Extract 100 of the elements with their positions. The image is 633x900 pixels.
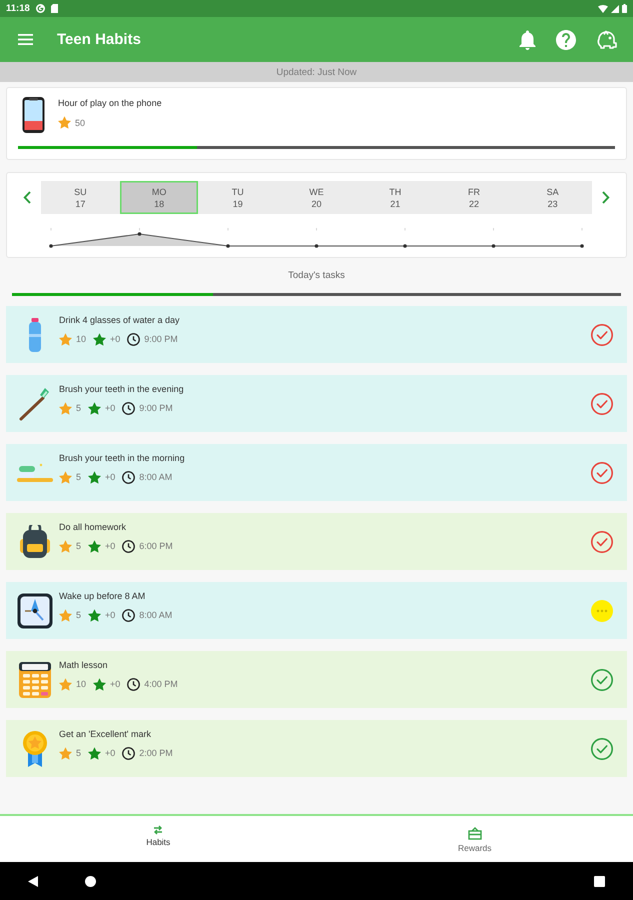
chart-point [49, 244, 53, 248]
task-card[interactable]: Brush your teeth in the morning 5 +0 8:00 AM [6, 444, 627, 501]
day-tab[interactable]: WE 20 [277, 181, 356, 214]
gift-box-icon [468, 827, 482, 840]
day-tab[interactable]: SA 23 [513, 181, 592, 214]
bonus-value: +0 [110, 678, 120, 690]
task-card[interactable]: Do all homework 5 +0 6:00 PM [6, 513, 627, 570]
points-star-icon [59, 402, 72, 414]
swap-arrows-icon [153, 825, 164, 835]
task-time: 8:00 AM [139, 609, 172, 621]
task-title: Do all homework [59, 522, 126, 533]
points-value: 5 [76, 609, 82, 621]
chart-point [403, 244, 407, 248]
points-value: 10 [76, 333, 86, 345]
toothbrush-icon [19, 386, 51, 420]
phone-icon [22, 97, 45, 133]
day-tab[interactable]: TH 21 [356, 181, 435, 214]
sd-card-icon [50, 4, 58, 13]
update-status: Updated: Just Now [276, 66, 357, 78]
home-icon[interactable] [85, 876, 96, 886]
check-circle-icon[interactable] [591, 738, 613, 760]
toothbrush-paste-icon [17, 462, 53, 484]
chart-point [226, 244, 230, 248]
points-value: 5 [76, 471, 82, 483]
task-card[interactable]: Get an 'Excellent' mark 5 +0 2:00 PM [6, 720, 627, 777]
points-star-icon [59, 332, 72, 346]
clock-icon [122, 540, 136, 552]
wifi-icon [598, 4, 608, 12]
task-title: Get an 'Excellent' mark [59, 729, 151, 740]
task-time: 8:00 AM [139, 471, 172, 483]
help-icon[interactable] [556, 30, 576, 50]
bell-icon[interactable] [519, 30, 536, 50]
chevron-right-icon[interactable] [602, 191, 610, 204]
task-card[interactable]: Drink 4 glasses of water a day 10 +0 9:00 PM [6, 306, 627, 363]
clock-icon [122, 746, 136, 760]
bonus-star-icon [93, 332, 106, 346]
signal-icon [611, 4, 619, 12]
chart-point [580, 244, 584, 248]
recents-icon[interactable] [594, 876, 605, 886]
clock-icon [122, 608, 136, 622]
points-value: 5 [76, 402, 82, 414]
bonus-star-icon [88, 470, 102, 484]
check-circle-icon[interactable] [591, 324, 613, 346]
reward-points: 50 [75, 116, 86, 128]
section-title: Today's tasks [288, 270, 345, 281]
back-icon[interactable] [28, 876, 38, 886]
task-title: Brush your teeth in the morning [59, 453, 185, 464]
bonus-value: +0 [105, 471, 116, 483]
wall-clock-icon [17, 592, 53, 628]
bonus-value: +0 [105, 747, 116, 759]
points-value: 5 [76, 747, 82, 759]
day-tab[interactable]: TU 19 [198, 181, 278, 214]
chevron-left-icon[interactable] [23, 191, 31, 204]
points-star-icon [59, 746, 72, 760]
task-card[interactable]: Wake up before 8 AM 5 +0 8:00 AM [6, 582, 627, 639]
calculator-icon [19, 662, 51, 698]
points-value: 10 [76, 678, 86, 690]
clock-icon [122, 402, 136, 414]
task-title: Brush your teeth in the evening [59, 384, 184, 395]
task-time: 4:00 PM [144, 678, 178, 690]
reward-title: Hour of play on the phone [58, 98, 162, 109]
bonus-value: +0 [105, 609, 116, 621]
nav-tab[interactable]: Habits [0, 816, 316, 862]
task-time: 6:00 PM [139, 540, 173, 552]
task-time: 9:00 PM [144, 333, 178, 345]
clock-icon [122, 470, 136, 484]
day-tab[interactable]: MO 18 [120, 181, 198, 214]
check-circle-icon[interactable] [591, 392, 613, 414]
bonus-star-icon [88, 540, 102, 552]
chart-point [492, 244, 496, 248]
pending-dots-icon[interactable] [591, 600, 613, 622]
water-bottle-icon [28, 318, 42, 352]
bonus-value: +0 [110, 333, 120, 345]
task-card[interactable]: Brush your teeth in the evening 5 +0 9:00 PM [6, 375, 627, 432]
piggy-bank-icon[interactable] [596, 30, 617, 49]
bonus-star-icon [93, 678, 106, 690]
check-circle-icon[interactable] [591, 530, 613, 552]
check-circle-icon[interactable] [591, 668, 613, 690]
points-star-icon [59, 470, 72, 484]
task-title: Math lesson [59, 660, 108, 671]
bonus-value: +0 [105, 402, 116, 414]
task-time: 9:00 PM [139, 402, 173, 414]
chart-point [138, 232, 142, 236]
day-tab[interactable]: SU 17 [41, 181, 120, 214]
task-card[interactable]: Math lesson 10 +0 4:00 PM [6, 651, 627, 708]
backpack-icon [20, 524, 50, 558]
bonus-star-icon [88, 746, 102, 760]
points-star-icon [59, 608, 72, 622]
app-title: Teen Habits [57, 31, 141, 48]
battery-icon [622, 4, 627, 13]
points-value: 5 [76, 540, 82, 552]
clock-icon [127, 678, 140, 690]
task-title: Drink 4 glasses of water a day [59, 315, 180, 326]
day-tab[interactable]: FR 22 [434, 181, 514, 214]
menu-icon[interactable] [18, 34, 33, 45]
clock-icon [127, 332, 140, 346]
check-circle-icon[interactable] [591, 462, 613, 484]
chart-point [314, 244, 318, 248]
nav-tab[interactable]: Rewards [316, 816, 633, 862]
status-time: 11:18 [6, 3, 30, 14]
